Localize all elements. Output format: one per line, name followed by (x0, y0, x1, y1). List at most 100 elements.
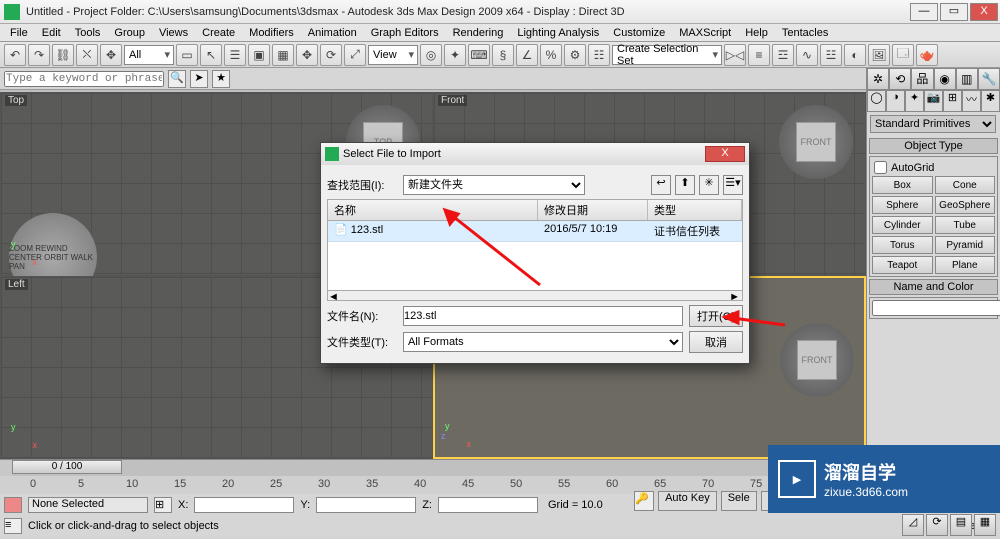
menu-maxscript[interactable]: MAXScript (673, 26, 737, 40)
file-row[interactable]: 📄 123.stl 2016/5/7 10:19 证书信任列表 (328, 221, 742, 242)
snap-angle-button[interactable]: ∠ (516, 44, 538, 66)
viewcube-persp[interactable]: FRONT (780, 323, 854, 397)
link-button[interactable]: ⛓ (52, 44, 74, 66)
viewcube-persp-face[interactable]: FRONT (797, 340, 837, 380)
cat-shapes-icon[interactable]: ◑ (886, 90, 905, 112)
render-setup-button[interactable]: 🖼 (868, 44, 890, 66)
menu-rendering[interactable]: Rendering (447, 26, 510, 40)
keyboard-shortcut-button[interactable]: ⌨ (468, 44, 490, 66)
menu-group[interactable]: Group (108, 26, 151, 40)
walk-icon[interactable]: ▤ (950, 514, 972, 536)
cat-space-icon[interactable]: 〰 (962, 90, 981, 112)
unlink-button[interactable]: ⛌ (76, 44, 98, 66)
file-list-hscrollbar[interactable]: ◄► (327, 291, 743, 301)
col-type[interactable]: 类型 (648, 200, 742, 220)
window-close-button[interactable]: X (970, 3, 998, 21)
menu-tentacles[interactable]: Tentacles (776, 26, 834, 40)
up-one-level-icon[interactable]: ⬆ (675, 175, 695, 195)
tab-hierarchy-icon[interactable]: 品 (911, 68, 933, 90)
set-key-icon[interactable]: 🔑 (634, 491, 654, 511)
autokey-button[interactable]: Auto Key (658, 491, 717, 511)
maximize-viewport-icon[interactable]: ▦ (974, 514, 996, 536)
search-icon[interactable]: 🔍 (168, 70, 186, 88)
named-sel-button[interactable]: ☷ (588, 44, 610, 66)
layer-button[interactable]: ☲ (772, 44, 794, 66)
select-byname-button[interactable]: ☰ (224, 44, 246, 66)
filetype-combo[interactable]: All Formats (403, 332, 683, 352)
window-maximize-button[interactable]: ▭ (940, 3, 968, 21)
z-input[interactable] (438, 497, 538, 513)
prim-pyramid-button[interactable]: Pyramid (935, 236, 996, 254)
manipulate-button[interactable]: ✦ (444, 44, 466, 66)
menu-tools[interactable]: Tools (69, 26, 107, 40)
material-button[interactable]: ◐ (844, 44, 866, 66)
new-folder-icon[interactable]: ✳ (699, 175, 719, 195)
prim-teapot-button[interactable]: Teapot (872, 256, 933, 274)
subcategory-select[interactable]: Standard Primitives (870, 115, 996, 133)
menu-create[interactable]: Create (196, 26, 241, 40)
selection-set-combo[interactable]: Create Selection Set (612, 45, 722, 65)
x-input[interactable] (194, 497, 294, 513)
ref-coord-combo[interactable]: View (368, 45, 418, 65)
fov-icon[interactable]: ◿ (902, 514, 924, 536)
prim-cone-button[interactable]: Cone (935, 176, 996, 194)
scale-button[interactable]: ⤢ (344, 44, 366, 66)
cat-lights-icon[interactable]: ✦ (905, 90, 924, 112)
menu-customize[interactable]: Customize (607, 26, 671, 40)
rollout-namecolor-header[interactable]: Name and Color (869, 279, 998, 295)
rollout-objecttype-header[interactable]: Object Type (869, 138, 998, 154)
cat-helpers-icon[interactable]: ⊞ (943, 90, 962, 112)
schematic-button[interactable]: ☳ (820, 44, 842, 66)
snap-percent-button[interactable]: % (540, 44, 562, 66)
tab-modify-icon[interactable]: ⟲ (889, 68, 911, 90)
select-button[interactable]: ▭ (176, 44, 198, 66)
cancel-button[interactable]: 取消 (689, 331, 743, 353)
prim-tube-button[interactable]: Tube (935, 216, 996, 234)
prim-box-button[interactable]: Box (872, 176, 933, 194)
prim-sphere-button[interactable]: Sphere (872, 196, 933, 214)
render-button[interactable]: 🫖 (916, 44, 938, 66)
undo-button[interactable]: ↶ (4, 44, 26, 66)
viewcube-front[interactable]: FRONT (779, 105, 853, 179)
select-rect-button[interactable]: ▣ (248, 44, 270, 66)
cat-cameras-icon[interactable]: 📷 (924, 90, 943, 112)
move-button[interactable]: ✥ (296, 44, 318, 66)
dialog-close-button[interactable]: X (705, 146, 745, 162)
go-back-icon[interactable]: ↩ (651, 175, 671, 195)
tab-motion-icon[interactable]: ◉ (934, 68, 956, 90)
render-fb-button[interactable]: 🗔 (892, 44, 914, 66)
autogrid-checkbox[interactable]: AutoGrid (874, 161, 993, 174)
tab-utilities-icon[interactable]: 🔧 (978, 68, 1000, 90)
prim-plane-button[interactable]: Plane (935, 256, 996, 274)
script-listener-icon[interactable]: ≡ (4, 518, 22, 534)
menu-views[interactable]: Views (153, 26, 194, 40)
window-minimize-button[interactable]: — (910, 3, 938, 21)
star-icon[interactable]: ★ (212, 70, 230, 88)
tab-display-icon[interactable]: ▥ (956, 68, 978, 90)
window-crossing-button[interactable]: ▦ (272, 44, 294, 66)
spinner-snap-button[interactable]: ⚙ (564, 44, 586, 66)
time-slider-thumb[interactable]: 0 / 100 (12, 460, 122, 474)
menu-lighting[interactable]: Lighting Analysis (511, 26, 605, 40)
align-button[interactable]: ≡ (748, 44, 770, 66)
menu-edit[interactable]: Edit (36, 26, 67, 40)
tab-create-icon[interactable]: ✲ (867, 68, 889, 90)
keyword-input[interactable] (4, 71, 164, 87)
transform-type-in-icon[interactable]: ⊞ (154, 497, 172, 513)
col-name[interactable]: 名称 (328, 200, 538, 220)
prim-torus-button[interactable]: Torus (872, 236, 933, 254)
view-menu-icon[interactable]: ☰▾ (723, 175, 743, 195)
prim-cylinder-button[interactable]: Cylinder (872, 216, 933, 234)
col-date[interactable]: 修改日期 (538, 200, 648, 220)
open-button[interactable]: 打开(O) (689, 305, 743, 327)
filename-input[interactable] (403, 306, 683, 326)
pivot-button[interactable]: ◎ (420, 44, 442, 66)
selected-label[interactable]: Sele (721, 491, 757, 511)
arrow-icon[interactable]: ➤ (190, 70, 208, 88)
menu-modifiers[interactable]: Modifiers (243, 26, 300, 40)
redo-button[interactable]: ↷ (28, 44, 50, 66)
curve-editor-button[interactable]: ∿ (796, 44, 818, 66)
cat-geometry-icon[interactable]: ◯ (867, 90, 886, 112)
viewcube-front-face[interactable]: FRONT (796, 122, 836, 162)
y-input[interactable] (316, 497, 416, 513)
